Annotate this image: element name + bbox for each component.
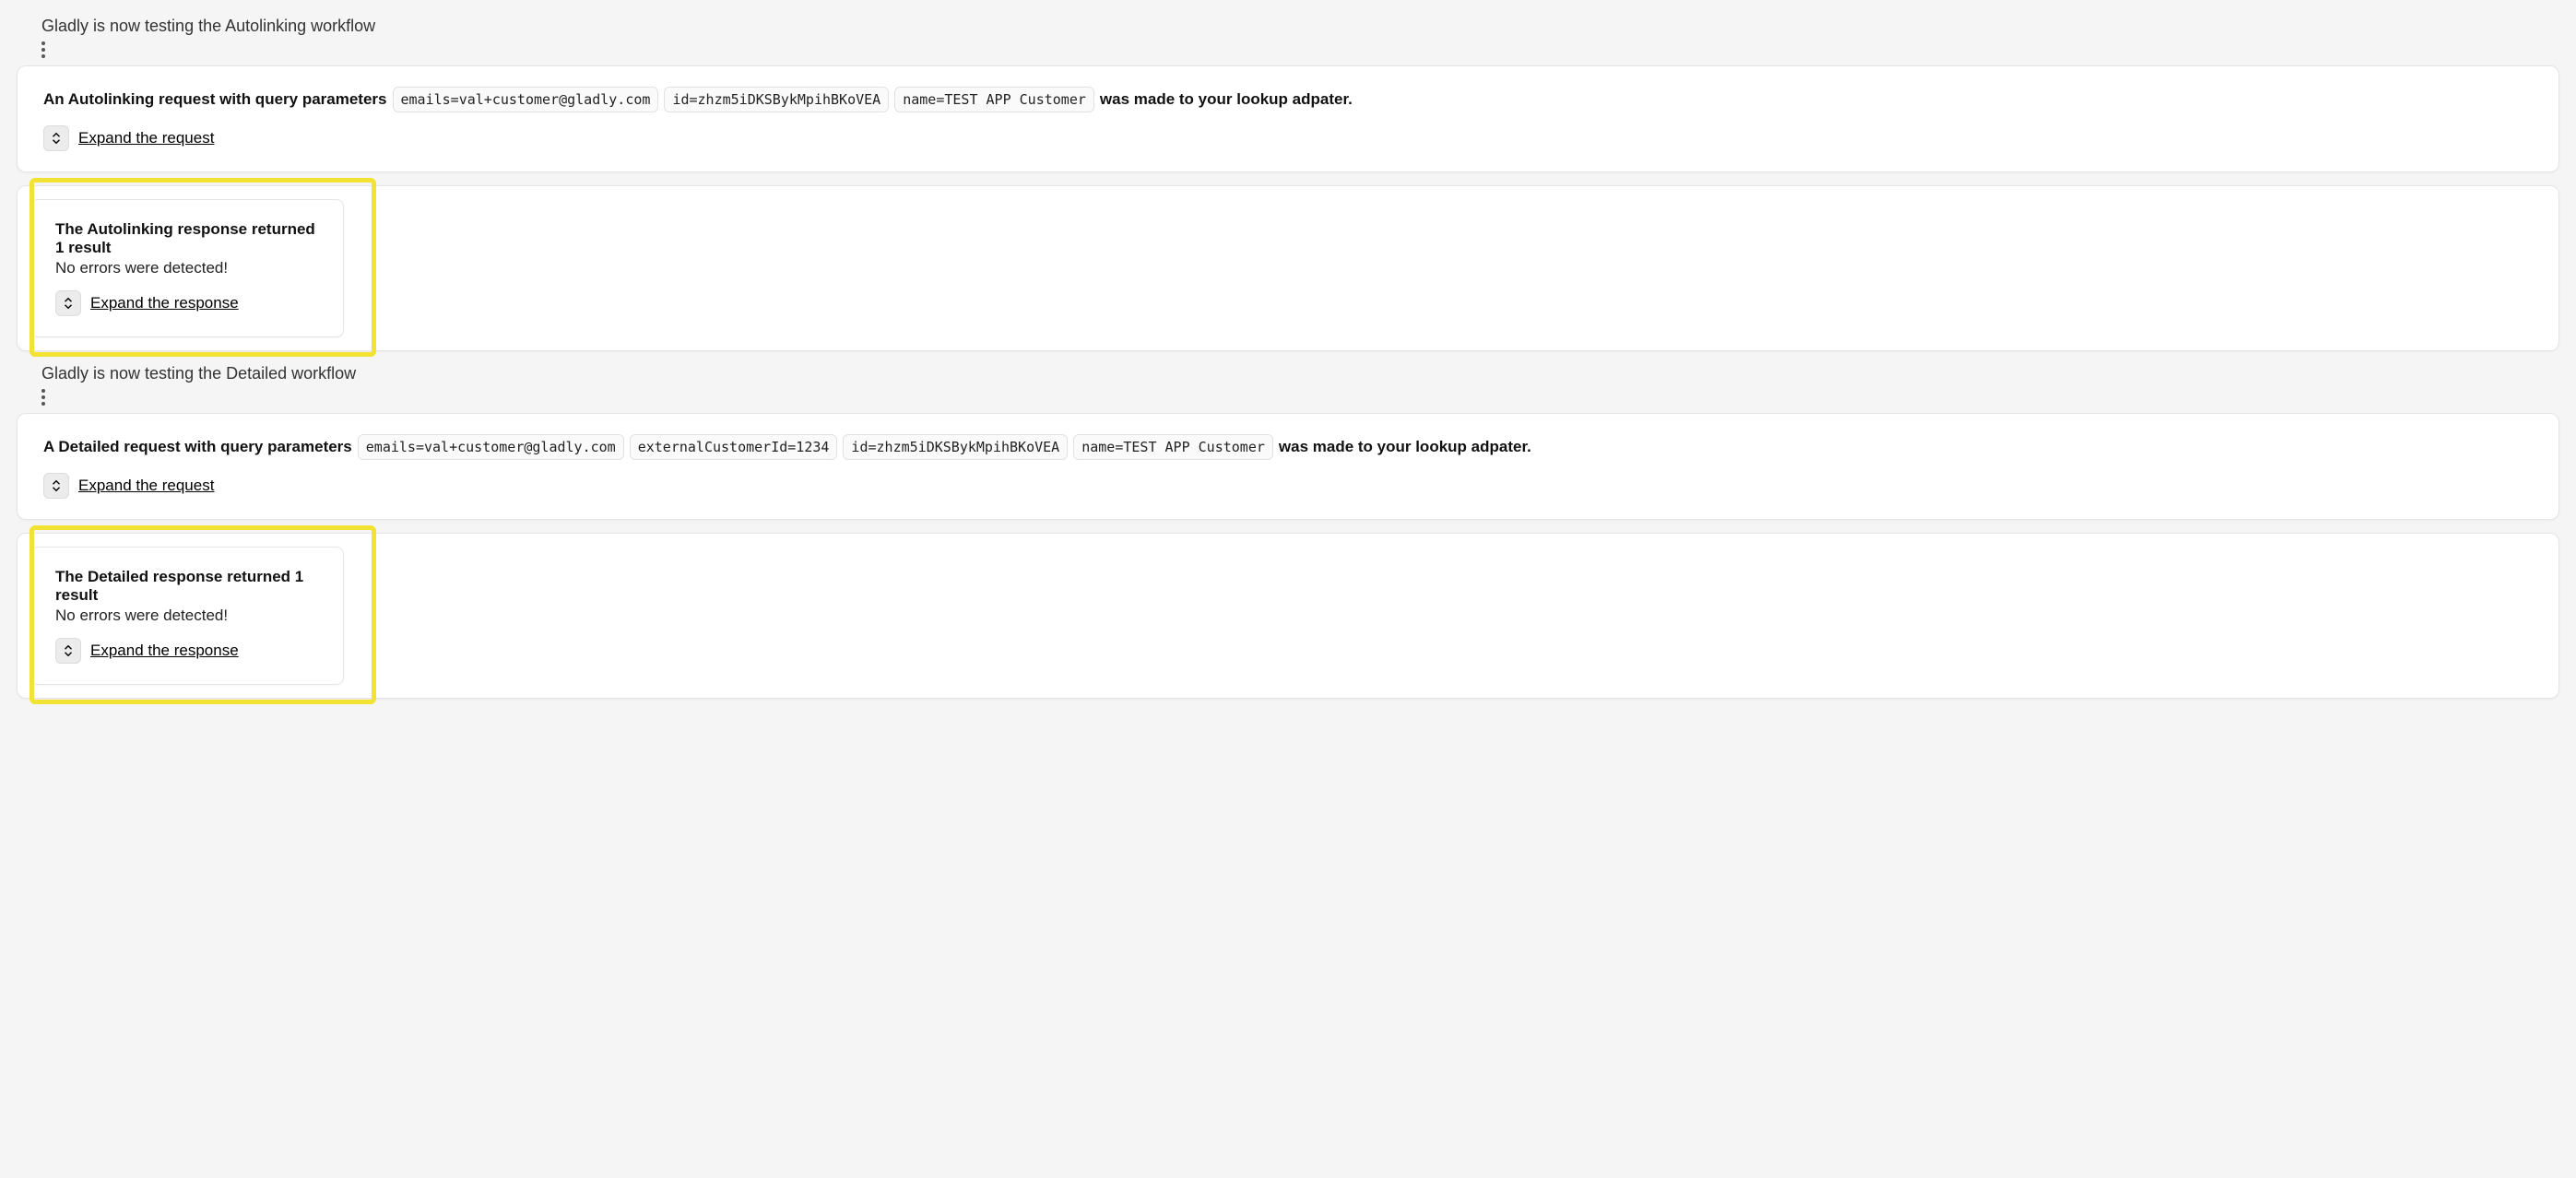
expand-request-button[interactable] bbox=[43, 125, 69, 151]
detailed-response-card: The Detailed response returned 1 result … bbox=[30, 547, 344, 685]
chevrons-up-down-icon bbox=[62, 297, 75, 310]
autolinking-response-outer-card: The Autolinking response returned 1 resu… bbox=[17, 185, 2559, 351]
query-chip: emails=val+customer@gladly.com bbox=[358, 434, 624, 460]
chevrons-up-down-icon bbox=[62, 644, 75, 657]
autolinking-response-card: The Autolinking response returned 1 resu… bbox=[30, 199, 344, 337]
autolinking-request-card: An Autolinking request with query parame… bbox=[17, 65, 2559, 172]
query-chip: externalCustomerId=1234 bbox=[630, 434, 838, 460]
autolinking-request-line: An Autolinking request with query parame… bbox=[43, 87, 2533, 112]
expand-request-link[interactable]: Expand the request bbox=[78, 129, 214, 147]
response-subtext: No errors were detected! bbox=[55, 259, 319, 277]
detailed-request-line: A Detailed request with query parameters… bbox=[43, 434, 2533, 460]
autolinking-heading: Gladly is now testing the Autolinking wo… bbox=[17, 17, 2559, 36]
request-suffix: was made to your lookup adpater. bbox=[1100, 90, 1353, 109]
query-chip: emails=val+customer@gladly.com bbox=[393, 87, 659, 112]
expand-response-button[interactable] bbox=[55, 290, 81, 316]
detailed-heading: Gladly is now testing the Detailed workf… bbox=[17, 364, 2559, 383]
response-title: The Autolinking response returned 1 resu… bbox=[55, 220, 319, 257]
expand-response-link[interactable]: Expand the response bbox=[90, 294, 239, 312]
chevrons-up-down-icon bbox=[50, 479, 63, 492]
expand-request-link[interactable]: Expand the request bbox=[78, 477, 214, 495]
request-suffix: was made to your lookup adpater. bbox=[1279, 438, 1531, 456]
query-chip: name=TEST APP Customer bbox=[894, 87, 1094, 112]
expand-request-button[interactable] bbox=[43, 473, 69, 499]
chevrons-up-down-icon bbox=[50, 132, 63, 145]
request-prefix: A Detailed request with query parameters bbox=[43, 438, 352, 456]
detailed-request-card: A Detailed request with query parameters… bbox=[17, 413, 2559, 520]
response-subtext: No errors were detected! bbox=[55, 607, 319, 625]
query-chip: id=zhzm5iDKSBykMpihBKoVEA bbox=[664, 87, 889, 112]
query-chip: id=zhzm5iDKSBykMpihBKoVEA bbox=[843, 434, 1068, 460]
response-title: The Detailed response returned 1 result bbox=[55, 568, 319, 605]
query-chip: name=TEST APP Customer bbox=[1073, 434, 1273, 460]
expand-response-button[interactable] bbox=[55, 638, 81, 664]
expand-response-link[interactable]: Expand the response bbox=[90, 642, 239, 660]
detailed-response-outer-card: The Detailed response returned 1 result … bbox=[17, 533, 2559, 699]
vertical-dots-icon bbox=[17, 41, 2559, 58]
vertical-dots-icon bbox=[17, 389, 2559, 406]
request-prefix: An Autolinking request with query parame… bbox=[43, 90, 387, 109]
